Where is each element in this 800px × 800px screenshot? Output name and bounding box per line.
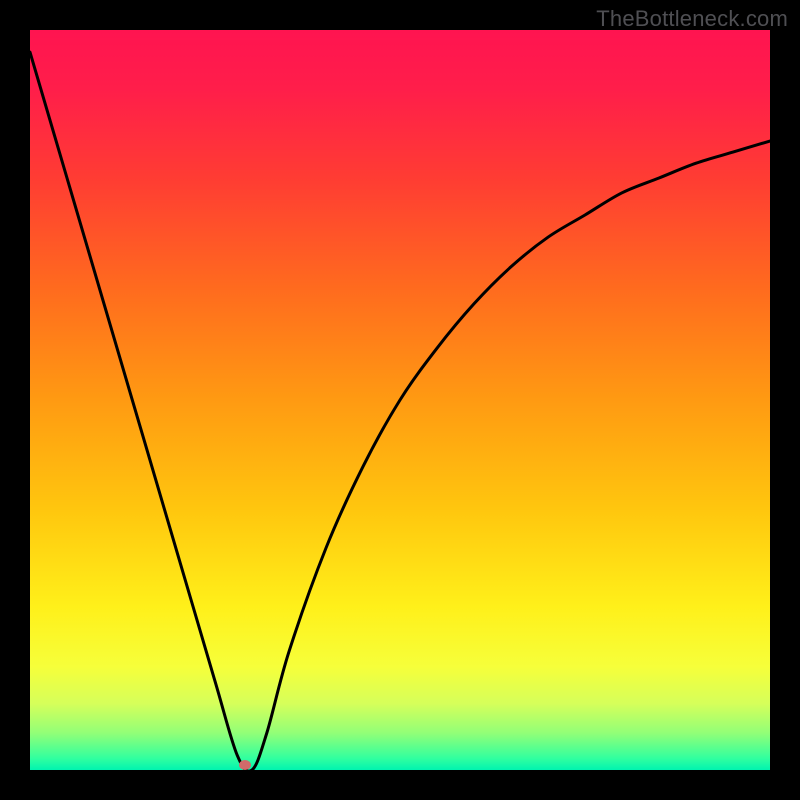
minimum-marker <box>239 760 251 770</box>
chart-frame: TheBottleneck.com <box>0 0 800 800</box>
watermark-text: TheBottleneck.com <box>596 6 788 32</box>
chart-overlay <box>30 30 770 770</box>
plot-area <box>30 30 770 770</box>
bottleneck-curve <box>30 52 770 770</box>
